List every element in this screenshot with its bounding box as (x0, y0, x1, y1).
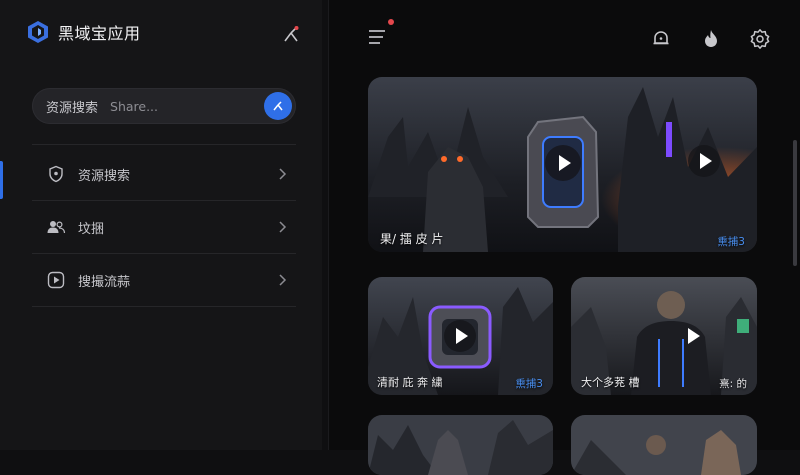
scrollbar[interactable] (793, 140, 797, 266)
app-logo-icon (28, 21, 48, 43)
share-icon (273, 101, 283, 111)
active-indicator (0, 161, 3, 199)
sidebar-item-users[interactable]: 坟捆 (32, 207, 296, 247)
search-bar: 资源搜索 (32, 88, 296, 124)
video-card[interactable]: 大个多茺 槽 熹: 的 (571, 277, 757, 395)
play-button[interactable] (677, 321, 707, 351)
sidebar-item-label: 搜撮流蒜 (78, 274, 131, 290)
gear-icon[interactable] (749, 28, 771, 50)
share-icon[interactable] (280, 24, 302, 46)
video-card[interactable] (368, 415, 553, 475)
sidebar-item-resource-search[interactable]: 资源搜索 (32, 154, 296, 194)
card-tag: 熏捕3 (717, 236, 745, 248)
card-tag: 熹: 的 (719, 378, 747, 390)
chevron-right-icon (279, 274, 287, 286)
flame-icon[interactable] (700, 28, 722, 50)
search-input[interactable] (108, 97, 253, 115)
menu-icon[interactable] (367, 26, 389, 48)
play-button[interactable] (688, 145, 720, 177)
video-thumbnail (571, 415, 757, 475)
divider (32, 200, 296, 201)
video-card[interactable] (571, 415, 757, 475)
divider (32, 253, 296, 254)
play-square-icon (46, 270, 66, 290)
bell-icon[interactable] (650, 28, 672, 50)
chevron-right-icon (279, 221, 287, 233)
shield-icon (46, 164, 66, 184)
search-label: 资源搜索 (46, 100, 99, 116)
card-title: 大个多茺 槽 (581, 376, 640, 389)
sidebar-item-media[interactable]: 搜撮流蒜 (32, 260, 296, 300)
play-button[interactable] (444, 320, 476, 352)
divider (32, 306, 296, 307)
chevron-right-icon (279, 168, 287, 180)
app-title: 黑域宝应用 (58, 24, 141, 43)
sidebar: 黑域宝应用 资源搜索 资源搜索 (0, 0, 322, 450)
users-icon (46, 217, 66, 237)
video-card[interactable]: 果/ 擂 皮 片 熏捕3 (368, 77, 757, 252)
card-title: 果/ 擂 皮 片 (380, 232, 444, 246)
search-button[interactable] (264, 92, 292, 120)
card-title: 清耐 庇 奔 繍 (377, 376, 443, 389)
notification-dot (388, 19, 394, 25)
video-card[interactable]: 清耐 庇 奔 繍 熏捕3 (368, 277, 553, 395)
play-button[interactable] (545, 145, 581, 181)
brand[interactable]: 黑域宝应用 (26, 20, 141, 44)
divider (32, 144, 296, 145)
card-tag: 熏捕3 (515, 378, 543, 390)
sidebar-item-label: 坟捆 (78, 221, 105, 237)
video-thumbnail (368, 415, 553, 475)
sidebar-item-label: 资源搜索 (78, 168, 131, 184)
